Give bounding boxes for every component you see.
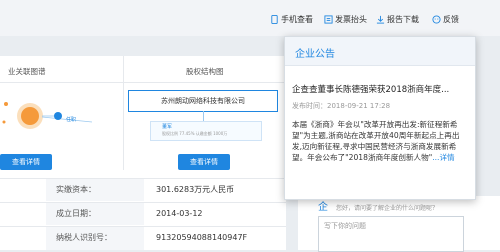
feedback-label: 反馈 — [443, 15, 459, 24]
announcement-popup: 企业公告 企查查董事长陈德强荣获2018浙商年度... 发布时间：2018-09… — [284, 36, 476, 200]
info-label-founded: 成立日期： — [46, 203, 144, 225]
phone-view-label: 手机查看 — [281, 15, 313, 24]
feedback-button[interactable]: 反馈 — [432, 14, 459, 25]
feedback-icon — [432, 15, 441, 24]
info-label-tax-id: 纳税人识别号： — [46, 227, 144, 250]
report-download-label: 报告下载 — [387, 15, 419, 24]
download-icon — [376, 15, 385, 24]
info-label-paid-capital: 实缴资本： — [46, 179, 144, 201]
popup-more-link[interactable]: ...详情 — [432, 153, 454, 162]
phone-icon — [271, 15, 278, 24]
graph-edge-label: 任职 — [66, 117, 77, 123]
equity-child-text: 股权比例 77.45% 认缴金额 1000万 — [162, 131, 228, 136]
top-toolbar — [0, 0, 500, 36]
qa-logo-icon: 企 — [318, 200, 328, 212]
popup-body-text: 本届《浙商》年会以"改革开放再出发:新征程新希望"为主题,浙商站在改革开放40周… — [292, 119, 468, 185]
popup-header-title: 企业公告 — [295, 49, 335, 60]
equity-company-box[interactable]: 苏州朗动网络科技有限公司 — [128, 90, 278, 112]
svg-text:企: 企 — [318, 200, 328, 212]
invoice-icon — [324, 15, 333, 24]
qa-input-placeholder: 写下你的问题 — [324, 222, 366, 230]
popup-publish-time: 发布时间：2018-09-21 17:28 — [292, 102, 391, 110]
section-divider — [123, 56, 124, 170]
invoice-header-button[interactable]: 发票抬头 — [324, 14, 367, 25]
report-download-button[interactable]: 报告下载 — [376, 14, 419, 25]
equity-company-name: 苏州朗动网络科技有限公司 — [161, 97, 245, 105]
info-value-paid-capital: 301.6283万元人民币 — [156, 185, 235, 194]
qa-question-input[interactable]: 写下你的问题 — [318, 216, 464, 252]
view-detail-button-graph[interactable]: 查看详情 — [0, 154, 52, 170]
info-value-tax-id: 91320594088140947F — [156, 233, 248, 242]
qa-hint-text: 您好，请问要了解企业的什么问题呢？ — [336, 205, 439, 212]
equity-child-label: 董军 — [162, 124, 173, 130]
equity-connector — [203, 111, 204, 121]
invoice-header-label: 发票抬头 — [335, 15, 367, 24]
view-detail-button-equity[interactable]: 查看详情 — [178, 154, 230, 170]
popup-article-title[interactable]: 企查查董事长陈德强荣获2018浙商年度... — [292, 83, 470, 95]
related-graph-title: 业关联图谱 — [8, 67, 46, 76]
phone-view-button[interactable]: 手机查看 — [270, 14, 313, 25]
related-graph-thumbnail[interactable] — [0, 84, 120, 150]
info-value-founded: 2014-03-12 — [156, 209, 203, 218]
equity-structure-title: 股权结构图 — [186, 67, 224, 76]
